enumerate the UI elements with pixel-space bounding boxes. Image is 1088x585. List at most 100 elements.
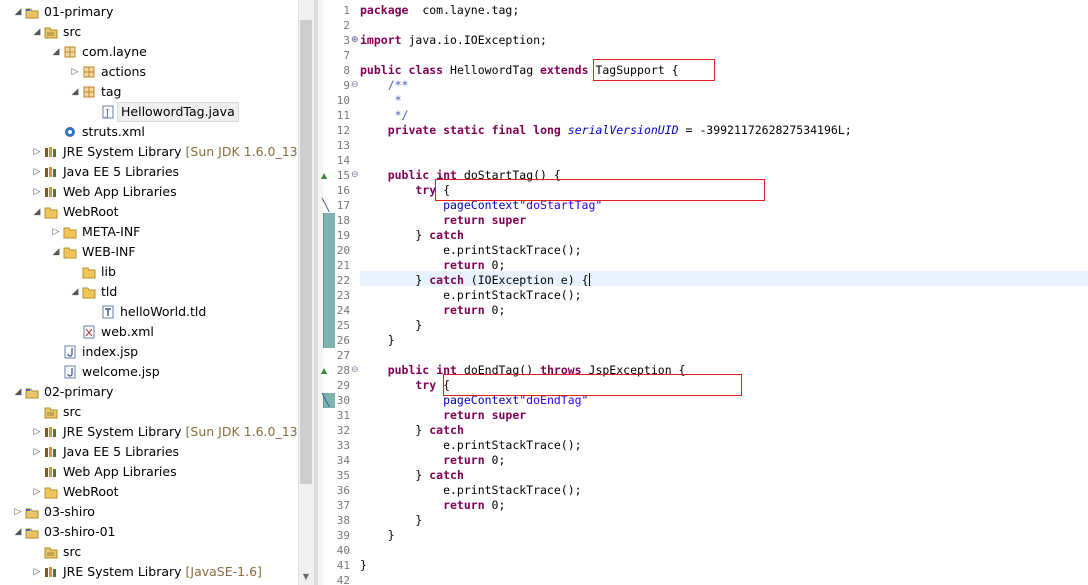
- code-line[interactable]: e.printStackTrace();: [360, 288, 581, 303]
- folder-icon: [63, 225, 77, 239]
- collapse-twisty-icon[interactable]: ◢: [13, 522, 23, 542]
- tree-item-label: Web App Libraries: [63, 184, 177, 199]
- tree-item-label: 03-shiro: [44, 504, 95, 519]
- expand-twisty-icon[interactable]: ▷: [32, 162, 42, 182]
- fold-collapse-icon[interactable]: ⊖: [351, 168, 359, 183]
- code-line[interactable]: *: [360, 93, 402, 108]
- library-icon: [44, 165, 58, 179]
- code-token: }: [360, 558, 367, 572]
- code-line[interactable]: } catch: [360, 468, 464, 483]
- code-line[interactable]: return 0;: [360, 303, 505, 318]
- code-line[interactable]: return 0;: [360, 453, 505, 468]
- line-number: 41: [336, 559, 350, 572]
- expand-twisty-icon[interactable]: ▷: [13, 502, 23, 522]
- tree-item-label: Java EE 5 Libraries: [63, 164, 180, 179]
- code-line[interactable]: package com.layne.tag;: [360, 3, 519, 18]
- expand-twisty-icon[interactable]: ▷: [32, 142, 42, 162]
- code-token: com.layne.tag;: [408, 3, 520, 17]
- code-editor[interactable]: package com.layne.tag; import java.io.IOE…: [318, 0, 1088, 585]
- code-line[interactable]: }: [360, 513, 422, 528]
- collapse-twisty-icon[interactable]: ◢: [51, 242, 61, 262]
- code-line[interactable]: return super: [360, 213, 526, 228]
- code-line[interactable]: e.printStackTrace();: [360, 243, 581, 258]
- expand-twisty-icon[interactable]: ▷: [51, 222, 61, 242]
- collapse-twisty-icon[interactable]: ◢: [51, 42, 61, 62]
- override-marker-icon[interactable]: ▲: [321, 363, 327, 378]
- tree-item-label: 01-primary: [44, 4, 114, 19]
- code-token: long: [533, 123, 561, 137]
- code-area[interactable]: package com.layne.tag; import java.io.IOE…: [360, 0, 1088, 585]
- code-token: return: [360, 258, 485, 272]
- tree-item-label: src: [63, 404, 82, 419]
- code-line[interactable]: }: [360, 333, 395, 348]
- folder-icon: [44, 205, 58, 219]
- line-number: 40: [336, 544, 350, 557]
- collapse-twisty-icon[interactable]: ◢: [13, 2, 23, 22]
- code-line[interactable]: return 0;: [360, 498, 505, 513]
- svg-text:J: J: [105, 109, 110, 119]
- code-token: 0;: [484, 258, 506, 272]
- code-line[interactable]: } catch: [360, 423, 464, 438]
- tree-item-label: META-INF: [82, 224, 141, 239]
- override-marker-icon[interactable]: ▲: [321, 168, 327, 183]
- line-number: 28: [336, 364, 350, 377]
- code-token: 0;: [484, 453, 506, 467]
- tld-file-icon: [101, 305, 115, 319]
- code-line[interactable]: e.printStackTrace();: [360, 438, 581, 453]
- collapse-twisty-icon[interactable]: ◢: [70, 282, 80, 302]
- code-line[interactable]: /**: [360, 78, 409, 93]
- explorer-scrollbar-thumb[interactable]: [300, 20, 312, 484]
- code-token: extends: [540, 63, 589, 77]
- code-token: 0;: [484, 303, 506, 317]
- code-token: = -3992117262827534196L;: [678, 123, 852, 137]
- line-number: 13: [336, 139, 350, 152]
- code-token: public: [360, 63, 402, 77]
- code-line[interactable]: }: [360, 528, 395, 543]
- code-token: return: [360, 453, 485, 467]
- collapse-twisty-icon[interactable]: ◢: [70, 82, 80, 102]
- expand-twisty-icon[interactable]: ▷: [70, 62, 80, 82]
- fold-collapse-icon[interactable]: ⊖: [351, 78, 359, 93]
- code-token: final: [491, 123, 527, 137]
- code-line[interactable]: import java.io.IOException;: [360, 33, 547, 48]
- code-line[interactable]: }: [360, 318, 422, 333]
- tree-item-label: HellowordTag.java: [117, 102, 239, 122]
- fold-collapse-icon[interactable]: ⊖: [351, 363, 359, 378]
- expand-twisty-icon[interactable]: ▷: [32, 182, 42, 202]
- breakpoint-marker-icon[interactable]: ╲: [322, 393, 329, 408]
- scroll-down-arrow[interactable]: ▼: [298, 569, 314, 585]
- breakpoint-marker-icon[interactable]: ╲: [322, 198, 329, 213]
- tree-item-label: Web App Libraries: [63, 464, 177, 479]
- expand-twisty-icon[interactable]: ▷: [32, 562, 42, 582]
- tree-item-label: helloWorld.tld: [120, 304, 207, 319]
- code-token: HellowordTag: [443, 63, 541, 77]
- tree-item-decoration: [JavaSE-1.6]: [185, 564, 262, 579]
- expand-twisty-icon[interactable]: ▷: [32, 482, 42, 502]
- collapse-twisty-icon[interactable]: ◢: [13, 382, 23, 402]
- source-folder-icon: [44, 545, 58, 559]
- code-token: *: [360, 93, 402, 107]
- line-number: 19: [336, 229, 350, 242]
- code-token: */: [360, 108, 409, 122]
- code-line[interactable]: return 0;: [360, 258, 505, 273]
- code-line[interactable]: private static final long serialVersionU…: [360, 123, 852, 138]
- collapse-twisty-icon[interactable]: ◢: [32, 202, 42, 222]
- code-line[interactable]: } catch: [360, 228, 464, 243]
- code-line[interactable]: */: [360, 108, 409, 123]
- fold-expand-icon[interactable]: ⊕: [351, 33, 359, 48]
- code-line[interactable]: } catch (IOException e) {: [360, 273, 590, 288]
- code-line[interactable]: }: [360, 558, 367, 573]
- expand-twisty-icon[interactable]: ▷: [32, 442, 42, 462]
- code-token: catch: [429, 423, 464, 437]
- tree-item-label: src: [63, 544, 82, 559]
- code-token: }: [360, 423, 430, 437]
- line-number: 42: [336, 574, 350, 585]
- collapse-twisty-icon[interactable]: ◢: [32, 22, 42, 42]
- project-icon: [25, 5, 39, 19]
- code-line[interactable]: return super: [360, 408, 526, 423]
- code-line[interactable]: e.printStackTrace();: [360, 483, 581, 498]
- code-token: return: [360, 408, 485, 422]
- expand-twisty-icon[interactable]: ▷: [32, 422, 42, 442]
- code-line[interactable]: try {: [360, 378, 450, 393]
